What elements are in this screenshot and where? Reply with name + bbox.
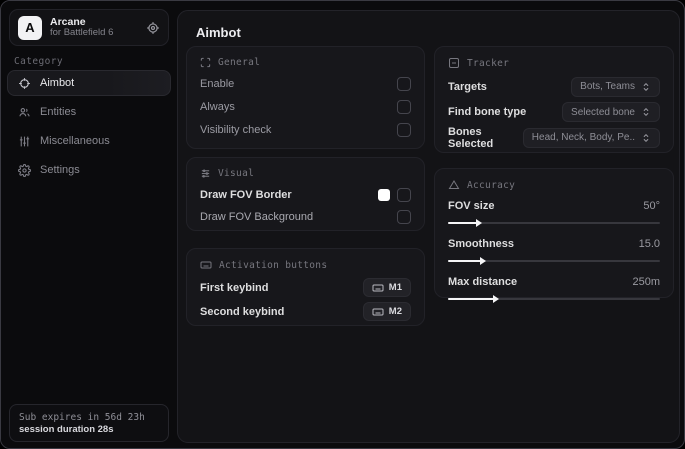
sidebar-item-label: Settings bbox=[40, 164, 80, 176]
second-keybind-button[interactable]: M2 bbox=[362, 302, 411, 321]
keyboard-icon bbox=[372, 306, 384, 318]
sidebar-item-label: Entities bbox=[40, 106, 77, 118]
scan-icon bbox=[200, 57, 211, 68]
panel-title: Visual bbox=[218, 168, 255, 179]
setting-label: Draw FOV Background bbox=[200, 210, 314, 223]
setting-row: Targets Bots, Teams bbox=[448, 74, 660, 100]
max-distance-slider[interactable] bbox=[448, 293, 660, 305]
sidebar-item-entities[interactable]: Entities bbox=[7, 99, 171, 125]
sub-expires-text: Sub expires in 56d 23h bbox=[19, 411, 145, 423]
slider-thumb[interactable] bbox=[475, 219, 482, 227]
category-label: Category bbox=[14, 56, 63, 67]
always-checkbox[interactable] bbox=[397, 100, 411, 114]
session-duration-text: session duration 28s bbox=[19, 423, 114, 435]
fov-border-color-swatch[interactable] bbox=[378, 188, 390, 201]
keyboard-icon bbox=[200, 259, 212, 271]
slider-value: 250m bbox=[632, 276, 660, 288]
keybind-value: M1 bbox=[388, 282, 402, 293]
panel-title: Accuracy bbox=[467, 179, 516, 191]
sidebar-item-miscellaneous[interactable]: Miscellaneous bbox=[7, 128, 171, 154]
setting-label: Draw FOV Border bbox=[200, 188, 292, 201]
draw-fov-border-checkbox[interactable] bbox=[397, 187, 411, 202]
find-bone-type-dropdown[interactable]: Selected bone bbox=[562, 102, 660, 123]
chevrons-up-down-icon bbox=[641, 133, 651, 143]
page-title: Aimbot bbox=[196, 25, 241, 40]
chevrons-up-down-icon bbox=[641, 107, 651, 117]
slider-row: FOV size 50° bbox=[448, 197, 660, 229]
triangle-icon bbox=[448, 179, 460, 191]
target-settings-icon[interactable] bbox=[146, 21, 160, 35]
bones-selected-dropdown[interactable]: Head, Neck, Body, Pe.. bbox=[522, 127, 660, 148]
entities-icon bbox=[18, 106, 31, 119]
slider-thumb[interactable] bbox=[492, 295, 499, 303]
setting-label: First keybind bbox=[200, 281, 269, 294]
app-subtitle: for Battlefield 6 bbox=[50, 27, 114, 39]
dropdown-value: Head, Neck, Body, Pe.. bbox=[531, 132, 635, 144]
sidebar-item-settings[interactable]: Settings bbox=[7, 157, 171, 183]
dropdown-value: Selected bone bbox=[571, 106, 635, 118]
setting-label: Second keybind bbox=[200, 305, 285, 318]
sidebar: A Arcane for Battlefield 6 Category Aimb… bbox=[1, 1, 177, 448]
minus-square-icon bbox=[448, 57, 460, 69]
setting-row: Visibility check bbox=[200, 119, 411, 141]
panel-title: Tracker bbox=[467, 57, 510, 69]
app-window: A Arcane for Battlefield 6 Category Aimb… bbox=[0, 0, 685, 449]
setting-row: Draw FOV Border bbox=[200, 184, 411, 205]
crosshair-icon bbox=[18, 77, 31, 90]
smoothness-slider[interactable] bbox=[448, 255, 660, 267]
setting-label: Bones Selected bbox=[448, 125, 494, 150]
setting-row: Bones Selected Head, Neck, Body, Pe.. bbox=[448, 125, 660, 151]
tune-icon bbox=[200, 168, 211, 179]
fov-size-slider[interactable] bbox=[448, 217, 660, 229]
setting-label: Targets bbox=[448, 80, 487, 93]
slider-row: Max distance 250m bbox=[448, 273, 660, 305]
setting-label: Find bone type bbox=[448, 106, 527, 119]
setting-row: First keybind M1 bbox=[200, 276, 411, 299]
slider-row: Smoothness 15.0 bbox=[448, 235, 660, 267]
setting-row: Find bone type Selected bone bbox=[448, 100, 660, 126]
keyboard-icon bbox=[372, 282, 384, 294]
setting-row: Always bbox=[200, 96, 411, 118]
setting-label: FOV size bbox=[448, 200, 495, 212]
panel-general: General Enable Always Visibility check bbox=[186, 46, 425, 149]
sliders-vertical-icon bbox=[18, 135, 31, 148]
dropdown-value: Bots, Teams bbox=[580, 81, 635, 93]
sidebar-item-label: Aimbot bbox=[40, 77, 75, 89]
setting-label: Max distance bbox=[448, 276, 518, 288]
sidebar-item-label: Miscellaneous bbox=[40, 135, 110, 147]
panel-visual: Visual Draw FOV Border Draw FOV Backgrou… bbox=[186, 157, 425, 231]
enable-checkbox[interactable] bbox=[397, 77, 411, 91]
gear-icon bbox=[18, 163, 31, 177]
setting-row: Second keybind M2 bbox=[200, 300, 411, 323]
brand-card: A Arcane for Battlefield 6 bbox=[9, 9, 169, 46]
slider-value: 15.0 bbox=[638, 238, 660, 250]
setting-label: Enable bbox=[200, 78, 235, 90]
slider-value: 50° bbox=[643, 200, 660, 212]
sidebar-item-aimbot[interactable]: Aimbot bbox=[7, 70, 171, 96]
keybind-value: M2 bbox=[388, 306, 402, 317]
visibility-check-checkbox[interactable] bbox=[397, 123, 411, 137]
first-keybind-button[interactable]: M1 bbox=[362, 278, 411, 297]
targets-dropdown[interactable]: Bots, Teams bbox=[571, 76, 660, 97]
setting-label: Smoothness bbox=[448, 238, 515, 250]
panel-accuracy: Accuracy FOV size 50° Smoothness 15.0 Ma… bbox=[434, 168, 674, 303]
setting-row: Draw FOV Background bbox=[200, 206, 411, 227]
setting-label: Always bbox=[200, 101, 235, 113]
panel-tracker: Tracker Targets Bots, Teams Find bone ty… bbox=[434, 46, 674, 153]
setting-row: Enable bbox=[200, 73, 411, 95]
slider-thumb[interactable] bbox=[479, 257, 486, 265]
draw-fov-background-checkbox[interactable] bbox=[397, 209, 411, 224]
subscription-info-card: Sub expires in 56d 23h session duration … bbox=[9, 404, 169, 442]
panel-title: Activation buttons bbox=[219, 259, 328, 271]
chevrons-up-down-icon bbox=[641, 82, 651, 92]
panel-activation-buttons: Activation buttons First keybind M1 Seco… bbox=[186, 248, 425, 326]
sidebar-nav: Aimbot Entities Miscellaneous Settings bbox=[7, 70, 171, 183]
setting-label: Visibility check bbox=[200, 124, 272, 136]
main-content: Aimbot General Enable Always Visibility … bbox=[177, 10, 680, 443]
app-logo: A bbox=[18, 15, 42, 40]
panel-title: General bbox=[218, 57, 261, 68]
